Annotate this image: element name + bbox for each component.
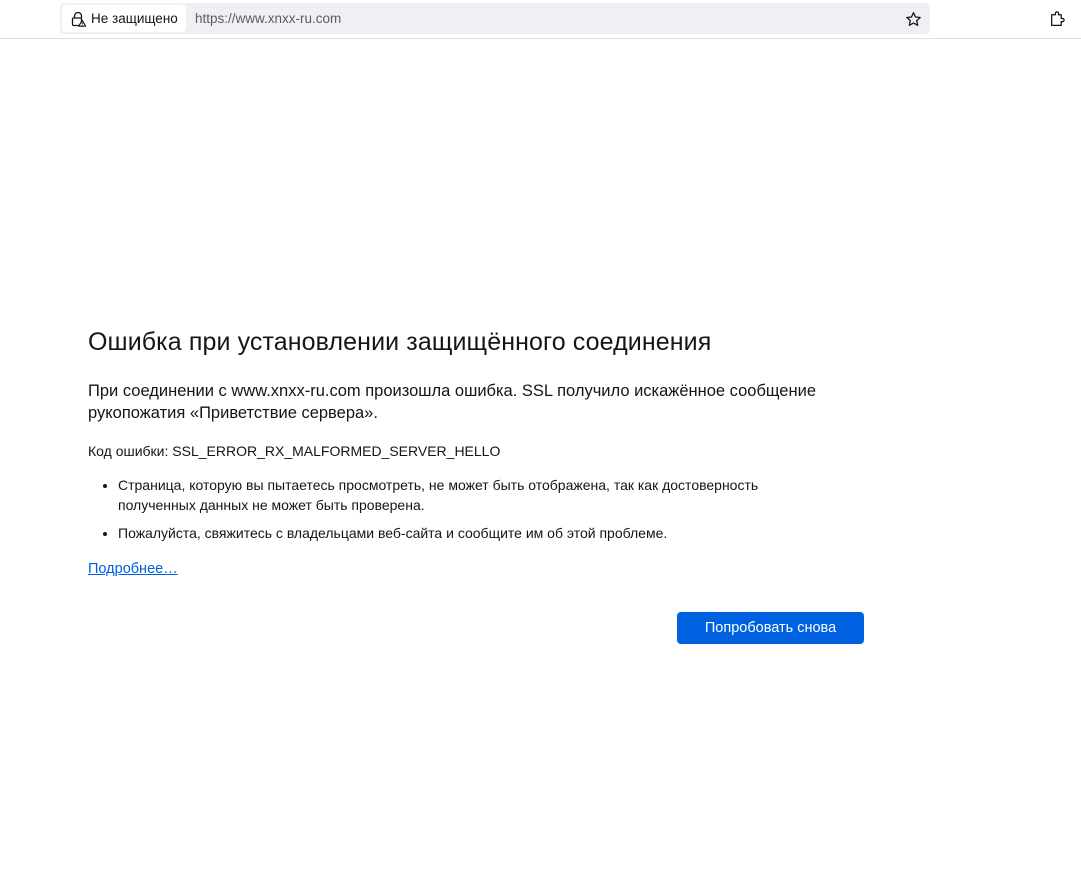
site-identity-button[interactable]: Не защищено bbox=[62, 5, 186, 32]
browser-toolbar: Не защищено https://www.xnxx-ru.com bbox=[0, 0, 1081, 39]
error-title: Ошибка при установлении защищённого соед… bbox=[88, 328, 712, 356]
error-code: Код ошибки: SSL_ERROR_RX_MALFORMED_SERVE… bbox=[88, 443, 501, 459]
list-item: Страница, которую вы пытаетесь просмотре… bbox=[118, 475, 818, 515]
bookmark-star-icon[interactable] bbox=[902, 8, 924, 30]
not-secure-label: Не защищено bbox=[91, 11, 178, 26]
error-description-list: Страница, которую вы пытаетесь просмотре… bbox=[88, 475, 818, 543]
error-short-description: При соединении с www.xnxx-ru.com произош… bbox=[88, 382, 816, 422]
list-item: Пожалуйста, свяжитесь с владельцами веб-… bbox=[118, 523, 818, 543]
extensions-puzzle-icon[interactable] bbox=[1046, 7, 1068, 29]
button-row: Попробовать снова bbox=[88, 612, 864, 644]
url-text[interactable]: https://www.xnxx-ru.com bbox=[195, 3, 341, 34]
lock-warning-icon bbox=[70, 11, 87, 27]
url-bar[interactable]: Не защищено https://www.xnxx-ru.com bbox=[60, 3, 930, 34]
try-again-button[interactable]: Попробовать снова bbox=[677, 612, 864, 644]
error-page: Ошибка при установлении защищённого соед… bbox=[88, 326, 864, 644]
learn-more-link[interactable]: Подробнее… bbox=[88, 559, 178, 579]
